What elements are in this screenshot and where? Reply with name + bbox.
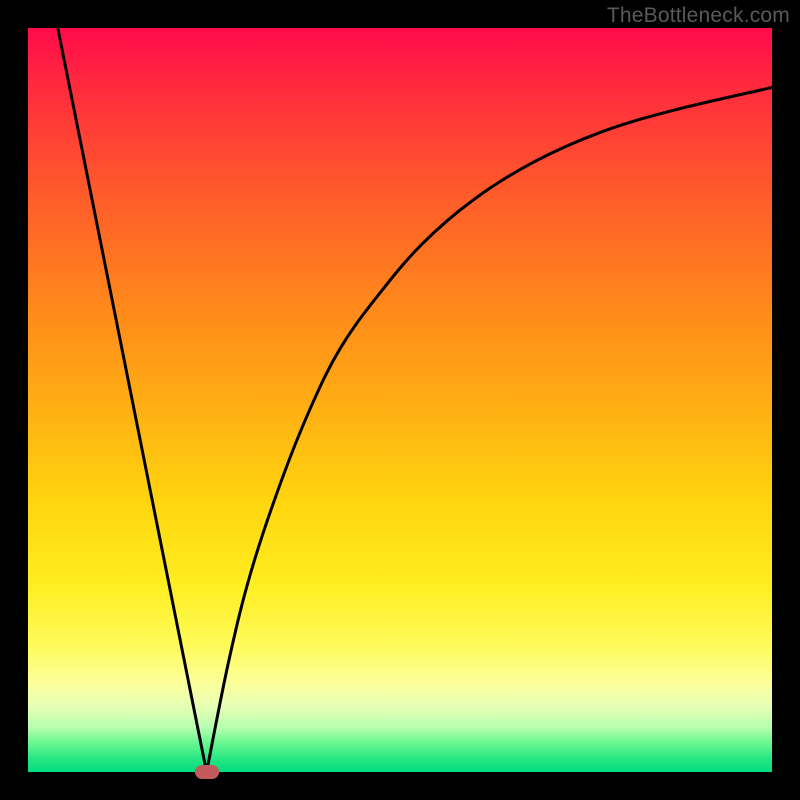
optimum-marker (195, 765, 219, 779)
plot-area (28, 28, 772, 772)
watermark-text: TheBottleneck.com (607, 4, 790, 28)
chart-frame: TheBottleneck.com (0, 0, 800, 800)
bottleneck-curve (28, 28, 772, 772)
curve-path (58, 28, 772, 772)
